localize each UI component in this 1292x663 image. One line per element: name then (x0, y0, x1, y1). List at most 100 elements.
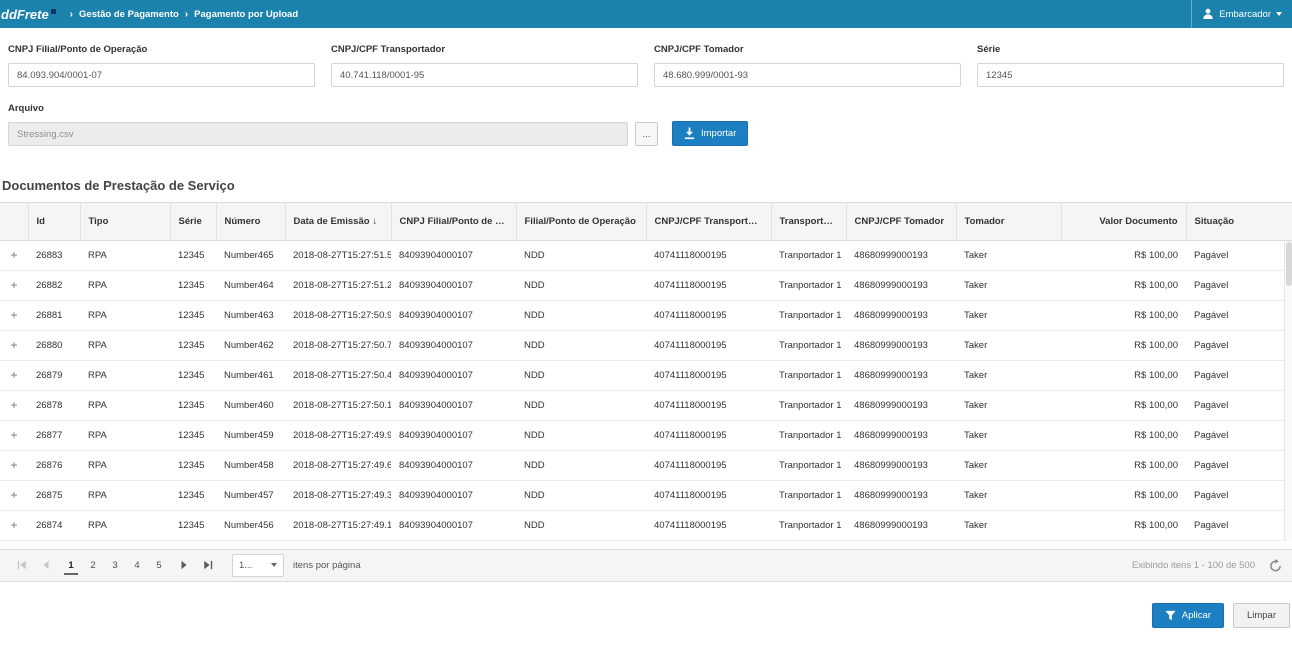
importar-button[interactable]: Importar (672, 121, 748, 146)
col-header-serie[interactable]: Série (170, 203, 216, 240)
expand-row-icon[interactable]: + (0, 420, 28, 450)
serie-input[interactable] (977, 63, 1284, 87)
pager-page-5[interactable]: 5 (152, 556, 166, 575)
col-header-tomador[interactable]: Tomador (956, 203, 1061, 240)
user-menu[interactable]: Embarcador (1191, 0, 1292, 28)
expand-row-icon[interactable]: + (0, 240, 28, 270)
expand-row-icon[interactable]: + (0, 300, 28, 330)
pager: 12345 1... itens por página Exibindo ite… (0, 549, 1292, 582)
cell-id: 26883 (28, 240, 80, 270)
cell-id: 26882 (28, 270, 80, 300)
filter-row: CNPJ Filial/Ponto de Operação CNPJ/CPF T… (8, 44, 1284, 87)
expand-row-icon[interactable]: + (0, 450, 28, 480)
logo-text: ddFrete (1, 8, 49, 21)
cell-transportador: Tranportador 1 (771, 390, 846, 420)
col-header-tipo[interactable]: Tipo (80, 203, 170, 240)
filter-funnel-icon (1165, 610, 1176, 621)
aplicar-label: Aplicar (1182, 610, 1211, 621)
cell-cnpj-tomador: 48680999000193 (846, 300, 956, 330)
cell-tipo: RPA (80, 480, 170, 510)
documents-table: Id Tipo Série Número Data de Emissão↓ CN… (0, 203, 1292, 541)
grid-scrollbar-thumb[interactable] (1286, 242, 1292, 286)
cnpj-filial-label: CNPJ Filial/Ponto de Operação (8, 44, 315, 55)
cell-tipo: RPA (80, 390, 170, 420)
col-header-cnpj-tomador[interactable]: CNPJ/CPF Tomador (846, 203, 956, 240)
cell-cnpj-filial: 84093904000107 (391, 450, 516, 480)
cell-valor: R$ 100,00 (1061, 240, 1186, 270)
pager-next-button[interactable] (172, 553, 196, 577)
cell-numero: Number463 (216, 300, 285, 330)
cell-transportador: Tranportador 1 (771, 450, 846, 480)
col-header-cnpj-transportador[interactable]: CNPJ/CPF Transportador (646, 203, 771, 240)
cell-numero: Number457 (216, 480, 285, 510)
breadcrumb-gestao-de-pagamento[interactable]: Gestão de Pagamento (79, 9, 179, 20)
cell-cnpj-filial: 84093904000107 (391, 300, 516, 330)
cell-cnpj-tomador: 48680999000193 (846, 330, 956, 360)
cell-valor: R$ 100,00 (1061, 330, 1186, 360)
cell-tomador: Taker (956, 240, 1061, 270)
col-header-numero[interactable]: Número (216, 203, 285, 240)
cell-tipo: RPA (80, 510, 170, 540)
pager-first-button[interactable] (10, 553, 34, 577)
cell-valor: R$ 100,00 (1061, 390, 1186, 420)
breadcrumb-pagamento-por-upload[interactable]: Pagamento por Upload (194, 9, 298, 20)
col-header-situacao[interactable]: Situação (1186, 203, 1292, 240)
expand-row-icon[interactable]: + (0, 510, 28, 540)
arquivo-label: Arquivo (8, 103, 628, 114)
col-header-transportador[interactable]: Transportador (771, 203, 846, 240)
cell-tomador: Taker (956, 300, 1061, 330)
cell-cnpj-filial: 84093904000107 (391, 240, 516, 270)
col-header-data-emissao-label: Data de Emissão (294, 216, 370, 227)
cnpj-tomador-input[interactable] (654, 63, 961, 87)
cell-data-emissao: 2018-08-27T15:27:49.36 (285, 480, 391, 510)
expand-row-icon[interactable]: + (0, 330, 28, 360)
aplicar-button[interactable]: Aplicar (1152, 603, 1224, 628)
app-logo[interactable]: ddFrete (0, 8, 64, 21)
pager-pages: 12345 (64, 556, 166, 575)
expand-row-icon[interactable]: + (0, 360, 28, 390)
cnpj-tomador-label: CNPJ/CPF Tomador (654, 44, 961, 55)
col-header-valor-documento[interactable]: Valor Documento (1061, 203, 1186, 240)
cell-tipo: RPA (80, 330, 170, 360)
pager-page-1[interactable]: 1 (64, 556, 78, 575)
expand-row-icon[interactable]: + (0, 270, 28, 300)
col-header-filial[interactable]: Filial/Ponto de Operação (516, 203, 646, 240)
pager-page-2[interactable]: 2 (86, 556, 100, 575)
cell-serie: 12345 (170, 300, 216, 330)
cell-valor: R$ 100,00 (1061, 420, 1186, 450)
cell-tipo: RPA (80, 450, 170, 480)
breadcrumb-chevron-icon: › (185, 9, 188, 20)
pager-last-button[interactable] (196, 553, 220, 577)
cell-numero: Number465 (216, 240, 285, 270)
expand-row-icon[interactable]: + (0, 480, 28, 510)
cell-filial: NDD (516, 240, 646, 270)
table-header-row: Id Tipo Série Número Data de Emissão↓ CN… (0, 203, 1292, 240)
cell-cnpj-filial: 84093904000107 (391, 480, 516, 510)
cnpj-transportador-input[interactable] (331, 63, 638, 87)
documents-grid: Id Tipo Série Número Data de Emissão↓ CN… (0, 202, 1292, 582)
cell-filial: NDD (516, 480, 646, 510)
cell-id: 26880 (28, 330, 80, 360)
breadcrumb-chevron-icon: › (70, 9, 73, 20)
browse-file-button[interactable]: ... (635, 122, 658, 146)
pager-prev-button[interactable] (34, 553, 58, 577)
grid-scrollbar[interactable] (1284, 241, 1292, 541)
col-header-data-emissao[interactable]: Data de Emissão↓ (285, 203, 391, 240)
cell-cnpj-transportador: 40741118000195 (646, 510, 771, 540)
cell-cnpj-tomador: 48680999000193 (846, 450, 956, 480)
arquivo-input[interactable] (8, 122, 628, 146)
refresh-button[interactable] (1269, 559, 1282, 572)
expand-row-icon[interactable]: + (0, 390, 28, 420)
page-size-dropdown[interactable]: 1... (232, 554, 284, 577)
chevron-down-icon (271, 563, 277, 567)
pager-status: Exibindo itens 1 - 100 de 500 (1132, 560, 1255, 571)
limpar-button[interactable]: Limpar (1233, 603, 1290, 628)
cell-filial: NDD (516, 420, 646, 450)
cell-cnpj-tomador: 48680999000193 (846, 480, 956, 510)
cell-id: 26879 (28, 360, 80, 390)
cnpj-filial-input[interactable] (8, 63, 315, 87)
col-header-cnpj-filial[interactable]: CNPJ Filial/Ponto de Operação (391, 203, 516, 240)
pager-page-3[interactable]: 3 (108, 556, 122, 575)
pager-page-4[interactable]: 4 (130, 556, 144, 575)
col-header-id[interactable]: Id (28, 203, 80, 240)
